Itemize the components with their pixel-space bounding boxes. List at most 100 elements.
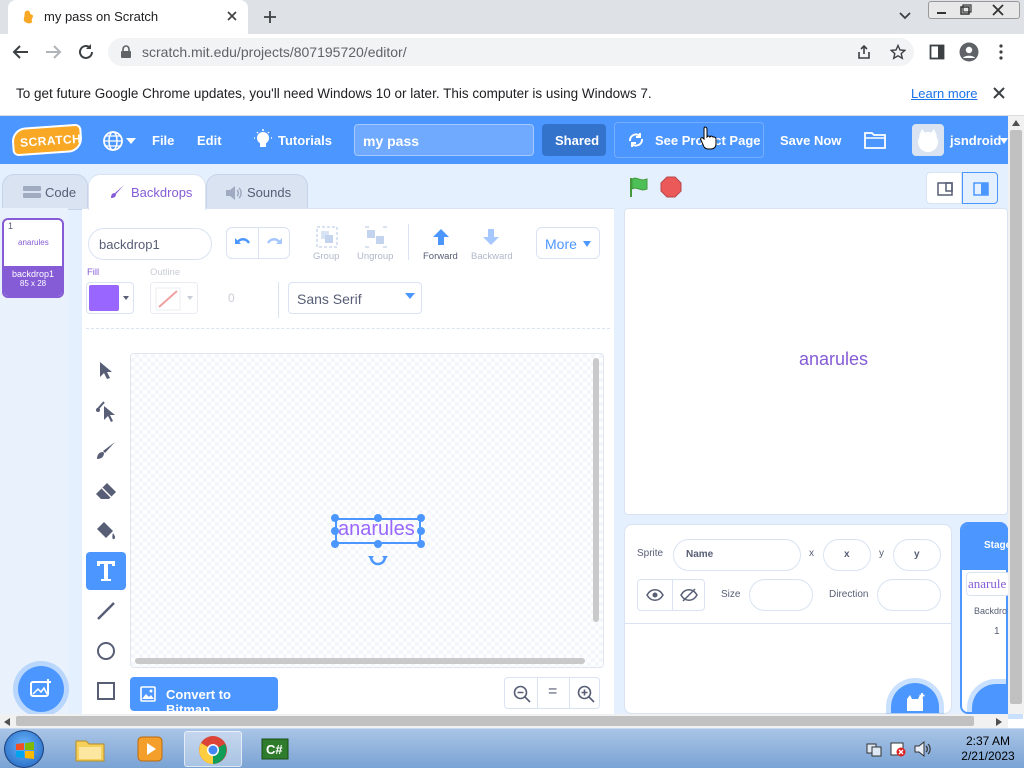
small-stage-button[interactable]	[926, 172, 962, 204]
close-window-icon[interactable]	[991, 4, 1005, 16]
reload-icon[interactable]	[77, 43, 95, 61]
text-tool[interactable]	[86, 552, 126, 590]
tutorials-bulb-icon[interactable]	[254, 129, 272, 151]
sprite-direction-input[interactable]	[877, 579, 941, 611]
scratch-logo[interactable]: SCRATCH	[11, 123, 83, 157]
costume-name-input[interactable]: backdrop1	[88, 228, 212, 260]
address-bar[interactable]: scratch.mit.edu/projects/807195720/edito…	[108, 38, 914, 66]
zoom-in-icon[interactable]	[577, 685, 595, 703]
taskbar-explorer[interactable]	[62, 731, 120, 767]
stage-canvas[interactable]: anarules	[624, 208, 1008, 515]
globe-icon[interactable]	[102, 130, 124, 152]
restore-icon[interactable]	[959, 4, 973, 16]
taskbar-chrome[interactable]	[184, 731, 242, 767]
hide-eye-icon[interactable]	[680, 588, 698, 602]
file-menu[interactable]: File	[152, 133, 174, 148]
convert-to-bitmap-button[interactable]: Convert to Bitmap	[130, 677, 278, 717]
sprite-size-input[interactable]	[749, 579, 813, 611]
green-flag-icon[interactable]	[628, 176, 650, 198]
handle-right[interactable]	[417, 527, 425, 535]
show-eye-icon[interactable]	[646, 588, 664, 602]
redo-icon[interactable]	[265, 235, 283, 251]
start-button[interactable]	[4, 730, 44, 768]
reshape-tool[interactable]	[86, 392, 126, 430]
canvas-horizontal-scrollbar[interactable]	[135, 658, 585, 664]
choose-sprite-button[interactable]	[891, 683, 939, 713]
taskbar-clock[interactable]: 2:37 AM 2/21/2023	[956, 734, 1020, 764]
learn-more-link[interactable]: Learn more	[911, 86, 977, 101]
zoom-out-icon[interactable]	[513, 685, 531, 703]
brush-tool[interactable]	[86, 432, 126, 470]
zoom-reset-button[interactable]: =	[548, 683, 557, 701]
forward-layer-icon[interactable]	[430, 228, 452, 246]
tab-search-icon[interactable]	[898, 11, 912, 21]
side-panel-icon[interactable]	[929, 44, 945, 60]
save-now-button[interactable]: Save Now	[780, 133, 841, 148]
forward-icon[interactable]	[44, 43, 62, 61]
share-icon[interactable]	[856, 44, 872, 60]
horizontal-scroll-thumb[interactable]	[16, 716, 974, 726]
eraser-tool[interactable]	[86, 472, 126, 510]
fill-color-picker[interactable]	[86, 282, 134, 314]
tab-backdrops[interactable]: Backdrops	[88, 174, 206, 210]
my-stuff-folder-icon[interactable]	[864, 130, 886, 150]
edit-menu[interactable]: Edit	[197, 133, 222, 148]
new-tab-icon[interactable]	[262, 9, 278, 25]
close-tab-icon[interactable]	[226, 10, 238, 22]
undo-icon[interactable]	[234, 235, 252, 251]
outline-width-value[interactable]: 0	[228, 291, 235, 305]
handle-top[interactable]	[374, 514, 382, 522]
user-caret-icon[interactable]	[1000, 138, 1008, 144]
more-button[interactable]: More	[536, 227, 600, 259]
choose-backdrop-button[interactable]	[18, 666, 64, 712]
stop-icon[interactable]	[660, 176, 682, 198]
volume-icon[interactable]	[914, 741, 932, 757]
tab-sounds[interactable]: Sounds	[206, 174, 308, 210]
stage-thumbnail[interactable]: anarule	[966, 572, 1010, 596]
handle-top-right[interactable]	[417, 514, 425, 522]
page-horizontal-scrollbar[interactable]	[0, 714, 1008, 728]
tutorials-menu[interactable]: Tutorials	[278, 133, 332, 148]
sprite-name-input[interactable]: Name	[673, 539, 801, 571]
outline-color-picker[interactable]	[150, 282, 198, 314]
handle-bottom[interactable]	[374, 540, 382, 548]
handle-bottom-right[interactable]	[417, 540, 425, 548]
tab-code[interactable]: Code	[2, 174, 88, 210]
paint-canvas[interactable]: anarules	[130, 353, 604, 668]
fill-tool[interactable]	[86, 512, 126, 550]
stage-target-panel[interactable]: Stage anarule Backdro 1	[960, 522, 1018, 714]
see-project-page-button[interactable]: See Project Page	[614, 122, 764, 158]
rectangle-tool[interactable]	[86, 672, 126, 710]
ungroup-icon[interactable]	[364, 226, 388, 248]
sprite-x-input[interactable]: x	[823, 539, 871, 571]
project-title-input[interactable]: my pass	[354, 124, 534, 156]
taskbar-csharp[interactable]: C#	[246, 731, 304, 767]
shared-button[interactable]: Shared	[542, 124, 606, 156]
handle-bottom-left[interactable]	[331, 540, 339, 548]
action-center-icon[interactable]	[890, 741, 906, 757]
menu-kebab-icon[interactable]	[998, 44, 1004, 60]
handle-left[interactable]	[331, 527, 339, 535]
back-icon[interactable]	[12, 43, 30, 61]
font-dropdown[interactable]: Sans Serif	[288, 282, 422, 314]
minimize-icon[interactable]	[935, 6, 949, 16]
backdrop-thumbnail[interactable]: 1 anarules backdrop1 85 x 28	[2, 218, 64, 298]
rotate-handle-icon[interactable]	[368, 553, 388, 567]
network-icon[interactable]	[866, 741, 882, 757]
close-infobar-icon[interactable]	[993, 87, 1005, 99]
line-tool[interactable]	[86, 592, 126, 630]
sprite-y-input[interactable]: y	[893, 539, 941, 571]
select-tool[interactable]	[86, 352, 126, 390]
browser-tab[interactable]: my pass on Scratch	[8, 0, 248, 34]
taskbar-media-player[interactable]	[122, 731, 180, 767]
group-icon[interactable]	[316, 226, 338, 248]
lock-icon[interactable]	[120, 45, 132, 59]
vertical-scroll-thumb[interactable]	[1010, 130, 1022, 704]
large-stage-button[interactable]	[962, 172, 998, 204]
backward-layer-icon[interactable]	[480, 228, 502, 246]
page-vertical-scrollbar[interactable]	[1008, 116, 1024, 714]
canvas-vertical-scrollbar[interactable]	[593, 358, 599, 622]
bookmark-star-icon[interactable]	[890, 44, 906, 60]
circle-tool[interactable]	[86, 632, 126, 670]
username-menu[interactable]: jsndroid	[950, 133, 1001, 148]
